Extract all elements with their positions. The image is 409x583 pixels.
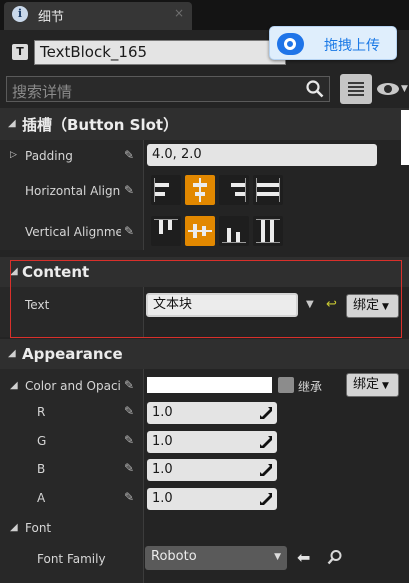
font-family-value: Roboto [151,549,197,564]
browse-asset-search-icon[interactable] [327,549,343,565]
channel-r-label: R [37,405,46,419]
text-bind-button[interactable]: 绑定 ▼ [346,294,399,318]
inherit-checkbox[interactable] [278,377,294,393]
font-label: Font [25,521,52,535]
pin-icon[interactable]: ✎ [124,404,134,418]
property-matrix-button[interactable] [340,74,372,104]
expand-arrow-icon[interactable]: ▷ [10,150,17,160]
bind-label: 绑定 [353,377,380,392]
v-align-top-button[interactable] [151,216,181,246]
cloud-upload-icon [277,33,304,55]
scrollbar-thumb[interactable] [401,110,409,165]
text-options-dropdown-icon[interactable]: ▼ [306,299,314,310]
appearance-section-title: Appearance [22,345,123,363]
value-slider-icon[interactable] [259,435,273,449]
collapse-arrow-icon[interactable]: ◢ [8,118,16,129]
pin-icon[interactable]: ✎ [124,148,134,162]
tab-title: 细节 [38,10,65,25]
drag-upload-label: 拖拽上传 [324,38,380,54]
channel-b-label: B [37,462,46,476]
bind-label: 绑定 [353,298,380,313]
text-property-label: Text [25,298,50,312]
pin-icon[interactable]: ✎ [124,378,134,392]
channel-g-input[interactable]: 1.0 [147,431,277,453]
vertical-alignment-label: Vertical Alignme [25,225,121,239]
channel-r-input[interactable]: 1.0 [147,402,277,424]
search-icon[interactable] [306,80,324,98]
text-block-type-icon: T [12,44,28,60]
font-family-label: Font Family [37,552,106,566]
tab-close-icon[interactable]: × [174,6,184,20]
channel-a-label: A [37,491,46,505]
color-swatch[interactable] [147,377,272,393]
pin-icon[interactable]: ✎ [124,490,134,504]
pin-icon[interactable]: ✎ [124,224,134,238]
reset-to-default-icon[interactable]: ↩ [326,297,337,312]
use-selected-asset-icon[interactable]: ⬅ [297,548,310,567]
widget-name-input[interactable]: TextBlock_165 [34,40,286,65]
value-slider-icon[interactable] [259,406,273,420]
channel-g-label: G [37,434,47,448]
pin-icon[interactable]: ✎ [124,433,134,447]
h-align-right-button[interactable] [219,175,249,205]
font-family-dropdown[interactable]: Roboto ▼ [145,546,287,570]
padding-label: Padding [25,149,73,163]
h-align-center-button[interactable] [185,175,215,205]
eye-icon[interactable] [377,83,399,95]
v-align-center-button[interactable] [185,216,215,246]
collapse-arrow-icon[interactable]: ◢ [10,380,18,391]
value-slider-icon[interactable] [259,492,273,506]
chevron-down-icon[interactable]: ▼ [401,84,408,94]
v-align-bottom-button[interactable] [219,216,249,246]
inherit-label: 继承 [298,380,323,394]
tab-details[interactable] [4,2,192,30]
chevron-down-icon: ▼ [382,302,389,312]
padding-input[interactable]: 4.0, 2.0 [147,144,377,166]
content-section-title: Content [22,263,90,281]
channel-b-input[interactable]: 1.0 [147,459,277,481]
v-align-fill-button[interactable] [253,216,283,246]
color-opacity-label: Color and Opacit [25,379,120,393]
pin-icon[interactable]: ✎ [124,461,134,475]
slot-section-title: 插槽（Button Slot） [22,116,179,134]
horizontal-alignment-label: Horizontal Alignm [25,184,121,198]
h-align-fill-button[interactable] [253,175,283,205]
collapse-arrow-icon[interactable]: ◢ [8,348,16,359]
info-icon: i [12,6,28,22]
channel-a-input[interactable]: 1.0 [147,488,277,510]
collapse-arrow-icon[interactable]: ◢ [10,266,18,277]
chevron-down-icon: ▼ [274,552,281,562]
text-value-input[interactable]: 文本块 [146,293,298,317]
search-placeholder: 搜索详情 [12,83,73,101]
h-align-left-button[interactable] [151,175,181,205]
color-bind-button[interactable]: 绑定 ▼ [346,373,399,397]
value-slider-icon[interactable] [259,463,273,477]
collapse-arrow-icon[interactable]: ◢ [10,522,18,533]
pin-icon[interactable]: ✎ [124,183,134,197]
chevron-down-icon: ▼ [382,381,389,391]
